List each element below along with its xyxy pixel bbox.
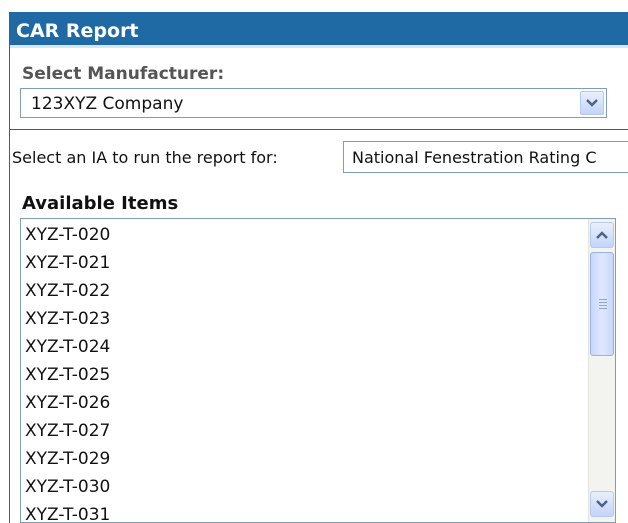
list-item[interactable]: XYZ-T-026: [25, 389, 110, 417]
list-item[interactable]: XYZ-T-024: [25, 333, 110, 361]
list-item[interactable]: XYZ-T-031: [25, 501, 110, 522]
panel-title: CAR Report: [16, 20, 139, 42]
ia-select[interactable]: National Fenestration Rating C: [343, 141, 628, 173]
manufacturer-select[interactable]: 123XYZ Company: [20, 88, 607, 118]
scrollbar-thumb[interactable]: [590, 252, 614, 356]
chevron-down-icon: [596, 500, 608, 508]
list-item[interactable]: XYZ-T-023: [25, 305, 110, 333]
manufacturer-dropdown-button[interactable]: [580, 91, 604, 115]
ia-row: Select an IA to run the report for: Nati…: [12, 140, 628, 176]
ia-selected-value: National Fenestration Rating C: [352, 148, 597, 167]
scroll-up-button[interactable]: [590, 222, 614, 248]
available-items-listbox[interactable]: XYZ-T-020 XYZ-T-021 XYZ-T-022 XYZ-T-023 …: [20, 218, 616, 523]
list-item[interactable]: XYZ-T-020: [25, 221, 110, 249]
list-item[interactable]: XYZ-T-030: [25, 473, 110, 501]
ia-label: Select an IA to run the report for:: [12, 148, 278, 167]
manufacturer-label: Select Manufacturer:: [22, 64, 225, 84]
list-item[interactable]: XYZ-T-025: [25, 361, 110, 389]
thumb-grip-line: [599, 299, 607, 300]
available-items-title: Available Items: [22, 193, 179, 214]
thumb-grip-line: [599, 305, 607, 306]
vertical-scrollbar[interactable]: [588, 219, 615, 522]
list-item[interactable]: XYZ-T-021: [25, 249, 110, 277]
list-item[interactable]: XYZ-T-022: [25, 277, 110, 305]
manufacturer-selected-value: 123XYZ Company: [31, 94, 184, 114]
chevron-down-icon: [586, 99, 598, 107]
manufacturer-section: Select Manufacturer: 123XYZ Company: [10, 48, 628, 130]
scroll-down-button[interactable]: [590, 491, 614, 517]
list-item[interactable]: XYZ-T-027: [25, 417, 110, 445]
list-item[interactable]: XYZ-T-029: [25, 445, 110, 473]
page-margin: [0, 0, 9, 523]
panel-title-bar: CAR Report: [10, 12, 628, 48]
chevron-up-icon: [596, 231, 608, 239]
thumb-grip-line: [599, 302, 607, 303]
thumb-grip-line: [599, 308, 607, 309]
